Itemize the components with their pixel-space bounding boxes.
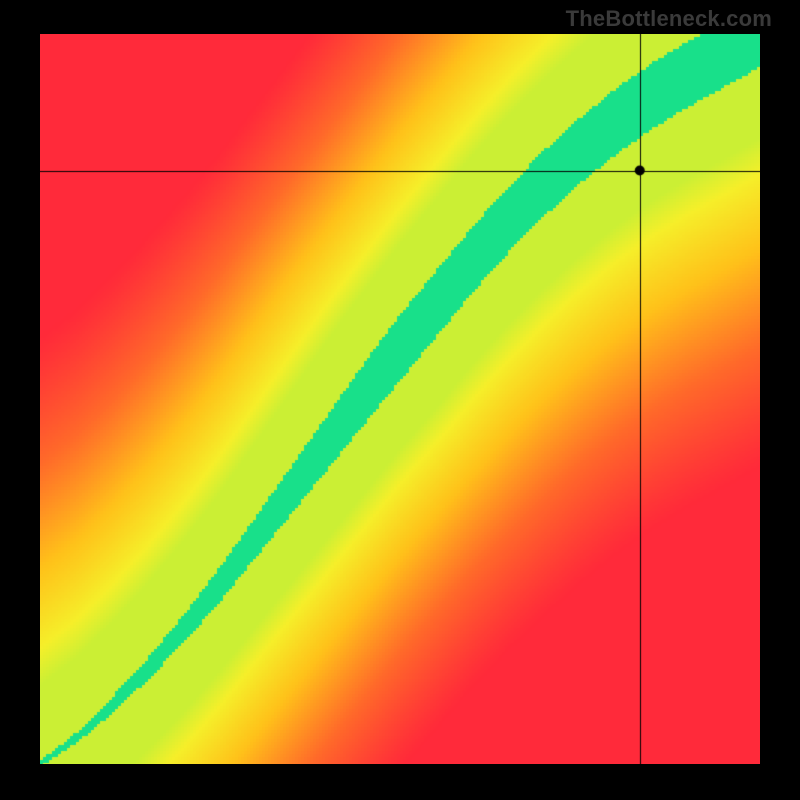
chart-frame: TheBottleneck.com bbox=[0, 0, 800, 800]
watermark-text: TheBottleneck.com bbox=[566, 6, 772, 32]
crosshair-overlay bbox=[40, 34, 760, 764]
